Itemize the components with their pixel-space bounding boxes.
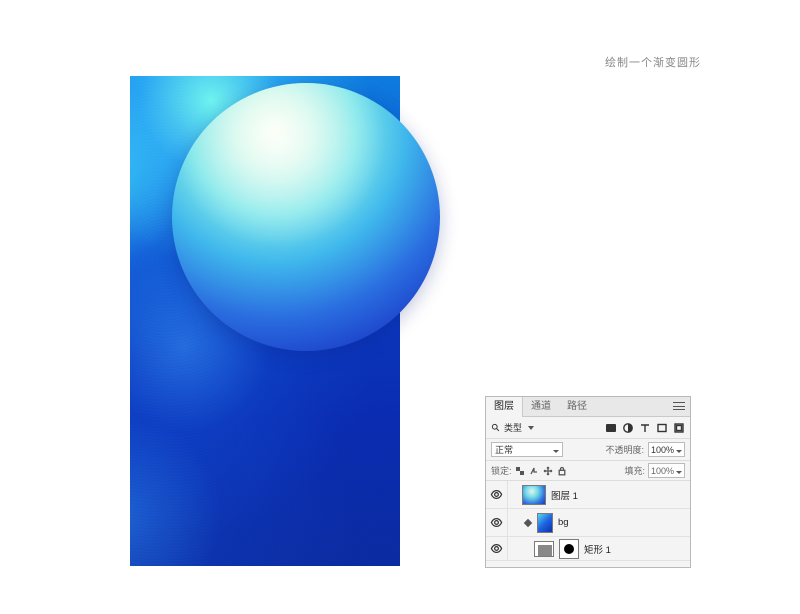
- fx-indicator-icon[interactable]: [522, 517, 533, 528]
- layer-name[interactable]: 图层 1: [551, 488, 578, 502]
- lock-pixels-icon[interactable]: [529, 465, 540, 476]
- tab-paths[interactable]: 路径: [559, 397, 595, 417]
- filter-kind-label: 类型: [504, 421, 522, 434]
- filter-shape-icon[interactable]: [655, 421, 668, 434]
- chevron-down-icon: [674, 445, 682, 455]
- visibility-toggle[interactable]: [486, 509, 508, 536]
- lock-label: 锁定:: [491, 464, 512, 477]
- gradient-sphere: [172, 83, 440, 351]
- layer-list: 图层 1 bg 矩形 1: [486, 481, 690, 561]
- blend-mode-value: 正常: [495, 443, 513, 456]
- layer-thumbnail[interactable]: [534, 541, 554, 557]
- tab-layers[interactable]: 图层: [486, 397, 523, 417]
- blend-mode-dropdown[interactable]: 正常: [491, 442, 563, 457]
- lock-all-icon[interactable]: [557, 465, 568, 476]
- opacity-value: 100%: [651, 445, 674, 455]
- visibility-toggle[interactable]: [486, 481, 508, 508]
- vector-mask-thumbnail[interactable]: [559, 539, 579, 559]
- panel-menu-icon[interactable]: [672, 400, 686, 412]
- lock-position-icon[interactable]: [543, 465, 554, 476]
- opacity-field[interactable]: 100%: [648, 442, 685, 457]
- visibility-toggle[interactable]: [486, 537, 508, 560]
- search-icon[interactable]: [491, 423, 500, 432]
- lock-transparency-icon[interactable]: [515, 465, 526, 476]
- instruction-text: 绘制一个渐变圆形: [605, 54, 701, 70]
- layers-panel: 图层 通道 路径 类型 正常 不透明度: 100% 锁定: 填充: [485, 396, 691, 568]
- filter-type-icon[interactable]: [638, 421, 651, 434]
- fill-label: 填充:: [624, 464, 645, 477]
- filter-smartobject-icon[interactable]: [672, 421, 685, 434]
- layer-thumbnail[interactable]: [522, 485, 546, 505]
- fill-field[interactable]: 100%: [648, 463, 685, 478]
- panel-blend-opacity-row: 正常 不透明度: 100%: [486, 439, 690, 461]
- canvas[interactable]: [130, 76, 400, 566]
- filter-adjustment-icon[interactable]: [621, 421, 634, 434]
- opacity-label: 不透明度:: [605, 443, 644, 456]
- panel-tabs: 图层 通道 路径: [486, 397, 690, 417]
- layer-thumbnail[interactable]: [537, 513, 553, 533]
- fill-value: 100%: [651, 466, 674, 476]
- panel-filter-toolbar: 类型: [486, 417, 690, 439]
- layer-row[interactable]: 矩形 1: [486, 537, 690, 561]
- panel-lock-fill-row: 锁定: 填充: 100%: [486, 461, 690, 481]
- filter-kind-dropdown-icon[interactable]: [526, 423, 536, 433]
- chevron-down-icon: [553, 445, 559, 455]
- layer-row[interactable]: 图层 1: [486, 481, 690, 509]
- layer-name[interactable]: bg: [558, 517, 569, 528]
- chevron-down-icon: [674, 466, 682, 476]
- tab-channels[interactable]: 通道: [523, 397, 559, 417]
- layer-name[interactable]: 矩形 1: [584, 542, 611, 556]
- layer-row[interactable]: bg: [486, 509, 690, 537]
- filter-pixel-icon[interactable]: [604, 421, 617, 434]
